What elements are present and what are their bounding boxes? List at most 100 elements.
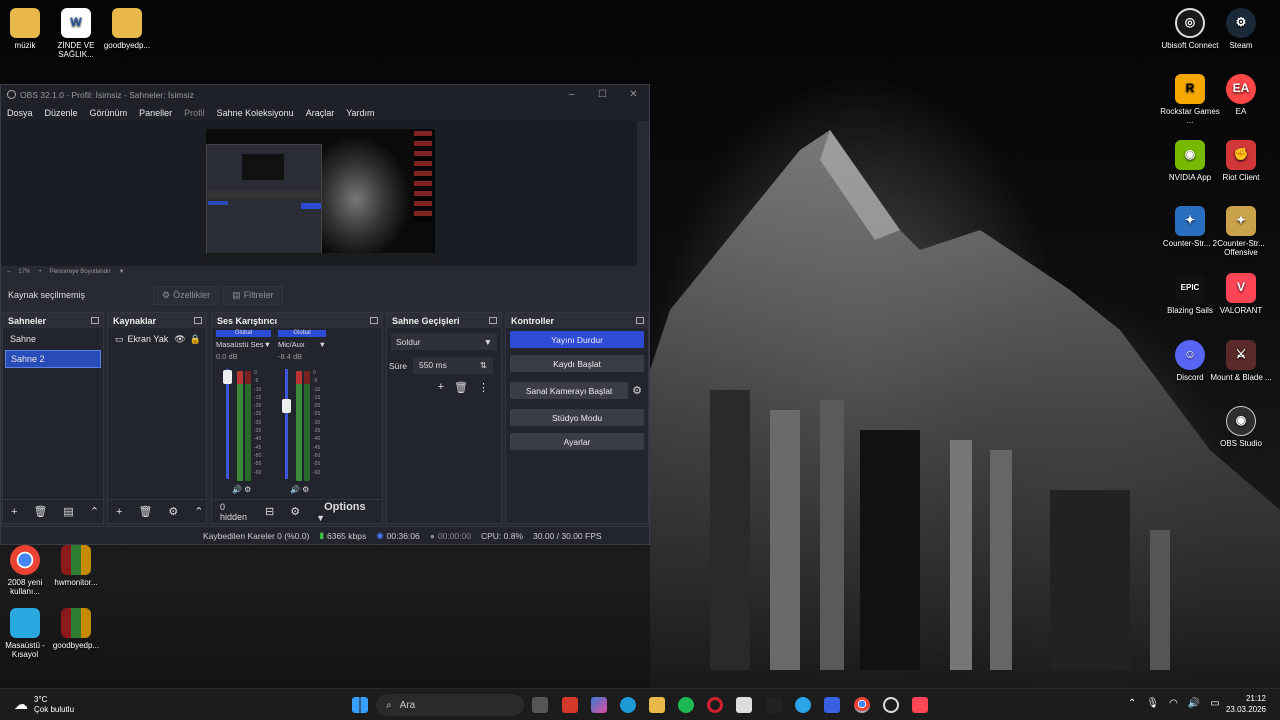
epic-games-icon[interactable] — [766, 697, 782, 713]
desktop-icon-mount-blade[interactable]: ⚔ Mount & Blade ... — [1209, 340, 1273, 382]
scene-item-selected[interactable]: Sahne 2 — [5, 350, 101, 368]
filters-button[interactable]: ▤ Filtreler — [223, 285, 283, 305]
more-icon[interactable]: ⋮ — [478, 381, 489, 394]
start-recording-button[interactable]: Kaydı Başlat — [510, 355, 644, 372]
eye-icon[interactable]: 👁 — [174, 334, 185, 345]
close-button[interactable]: ✕ — [618, 89, 649, 100]
window-title: OBS 32.1.0 - Profil: İsimsiz - Sahneler:… — [20, 89, 194, 100]
add-icon[interactable]: + — [438, 381, 444, 394]
desktop-icon-hwmonitor[interactable]: hwmonitor... — [44, 545, 108, 587]
chevron-up-icon[interactable]: ⌃ — [1128, 698, 1136, 709]
app-icon[interactable] — [562, 697, 578, 713]
copilot-icon[interactable] — [591, 697, 607, 713]
browser-icon[interactable] — [795, 697, 811, 713]
menu-duzenle[interactable]: Düzenle — [45, 108, 78, 118]
valorant-icon: V — [1226, 273, 1256, 303]
transition-type-select[interactable]: Soldur ▼ — [391, 333, 497, 350]
add-icon[interactable]: + — [11, 506, 17, 518]
hidden-count[interactable]: 0 hidden — [220, 502, 249, 522]
layout-icon[interactable]: ⊟ — [265, 505, 274, 518]
desktop-icon-steam[interactable]: ⚙ Steam — [1209, 8, 1273, 50]
menu-dosya[interactable]: Dosya — [7, 108, 33, 118]
volume-fader-mic[interactable] — [285, 369, 288, 479]
undock-icon[interactable] — [636, 317, 644, 324]
chrome-icon[interactable] — [854, 697, 870, 713]
desktop-icon-obs[interactable]: ◉ OBS Studio — [1209, 406, 1273, 448]
trash-icon[interactable]: 🗑 — [454, 381, 468, 394]
store-icon[interactable] — [736, 697, 752, 713]
preview-area[interactable] — [1, 121, 637, 266]
gear-icon[interactable]: ⚙ — [632, 384, 642, 397]
menu-sahne-koleksiyonu[interactable]: Sahne Koleksiyonu — [217, 108, 294, 118]
menu-gorunum[interactable]: Görünüm — [90, 108, 128, 118]
trash-icon[interactable]: 🗑 — [33, 505, 47, 518]
undock-icon[interactable] — [489, 317, 497, 324]
gear-icon[interactable]: ⚙ — [168, 505, 178, 518]
chevron-down-icon[interactable]: ▼ — [119, 269, 125, 275]
add-icon[interactable]: + — [116, 506, 122, 518]
battery-icon[interactable]: ▭ — [1210, 698, 1219, 709]
monitor-icon: ▭ — [115, 333, 124, 344]
desktop-icon-ea[interactable]: EA EA — [1209, 74, 1273, 116]
menu-yardim[interactable]: Yardım — [346, 108, 374, 118]
stepper-icon[interactable]: ⇅ — [480, 360, 487, 371]
stop-streaming-button[interactable]: Yayını Durdur — [510, 331, 644, 348]
move-up-icon[interactable]: ⌃ — [90, 505, 99, 518]
mixer-header: Ses Karıştırıcı — [212, 313, 382, 328]
maximize-button[interactable]: ☐ — [587, 89, 618, 100]
zoom-out-button[interactable]: – — [7, 269, 10, 275]
start-virtual-camera-button[interactable]: Sanal Kamerayı Başlat — [510, 382, 629, 399]
lock-icon[interactable]: 🔒 — [190, 334, 201, 345]
volume-fader-desktop[interactable] — [226, 369, 229, 479]
edge-icon[interactable] — [620, 697, 636, 713]
task-view-icon[interactable] — [532, 697, 548, 713]
duration-input[interactable]: 550 ms ⇅ — [412, 357, 493, 374]
options-button[interactable]: Options ▼ — [316, 501, 374, 523]
zoom-in-button[interactable]: + — [38, 269, 42, 275]
menu-profil[interactable]: Profil — [184, 108, 205, 118]
menu-paneller[interactable]: Paneller — [139, 108, 172, 118]
mixer-footer: 0 hidden ⊟ ⚙ Options ▼ — [212, 499, 382, 523]
undock-icon[interactable] — [370, 317, 378, 324]
channel-name[interactable]: Masaüstü Ses ▼ — [216, 340, 271, 349]
fader-handle[interactable] — [223, 370, 232, 384]
blue-app-icon[interactable] — [824, 697, 840, 713]
fader-handle[interactable] — [282, 399, 291, 413]
undock-icon[interactable] — [194, 317, 202, 324]
weather-temp: 3°C — [34, 695, 48, 704]
trash-icon[interactable]: 🗑 — [138, 505, 152, 518]
mute-icon[interactable]: 🔊 ⚙ — [232, 485, 251, 494]
microphone-icon[interactable]: 🎙 — [1146, 698, 1159, 709]
menu-araclar[interactable]: Araçlar — [306, 108, 335, 118]
filter-icon[interactable]: ▤ — [63, 505, 73, 518]
opera-icon[interactable] — [707, 697, 723, 713]
search-box[interactable]: ⌕ Ara — [376, 694, 524, 716]
desktop-icon-riot[interactable]: ✊ Riot Client — [1209, 140, 1273, 182]
clock[interactable]: 21:12 23.03.2026 — [1226, 694, 1266, 716]
undock-icon[interactable] — [91, 317, 99, 324]
properties-button[interactable]: ⚙ Özellikler — [153, 285, 220, 305]
move-up-icon[interactable]: ⌃ — [194, 505, 203, 518]
desktop-icon-goodbyedpi-archive[interactable]: goodbyedp... — [44, 608, 108, 650]
spotify-icon[interactable] — [678, 697, 694, 713]
channel-name[interactable]: Mic/Aux ▼ — [278, 340, 326, 349]
link-icon[interactable]: ⚙ — [290, 505, 300, 518]
weather-widget[interactable]: ☁ 3°C Çok bulutlu — [14, 695, 74, 715]
desktop-icon-valorant[interactable]: V VALORANT — [1209, 273, 1273, 315]
source-item[interactable]: ▭ Ekran Yak 👁 🔒 — [110, 330, 204, 348]
scene-item[interactable]: Sahne — [5, 330, 101, 348]
valorant-icon[interactable] — [912, 697, 928, 713]
wifi-icon[interactable]: ◠ — [1169, 698, 1178, 709]
fit-to-window-button[interactable]: Pencereye Boyutlandır — [50, 269, 111, 275]
settings-button[interactable]: Ayarlar — [510, 433, 644, 450]
studio-mode-button[interactable]: Stüdyo Modu — [510, 409, 644, 426]
obs-titlebar[interactable]: OBS 32.1.0 - Profil: İsimsiz - Sahneler:… — [1, 85, 649, 104]
obs-icon[interactable] — [883, 697, 899, 713]
mute-icon[interactable]: 🔊 ⚙ — [290, 485, 309, 494]
desktop-icon-goodbyedpi-folder[interactable]: goodbyedp... — [95, 8, 159, 50]
desktop-icon-csgo[interactable]: ✦ Counter-Str... Offensive — [1209, 206, 1273, 257]
file-explorer-icon[interactable] — [649, 697, 665, 713]
volume-icon[interactable]: 🔊 — [1188, 698, 1200, 709]
minimize-button[interactable]: – — [556, 89, 587, 100]
start-icon[interactable] — [352, 697, 368, 713]
